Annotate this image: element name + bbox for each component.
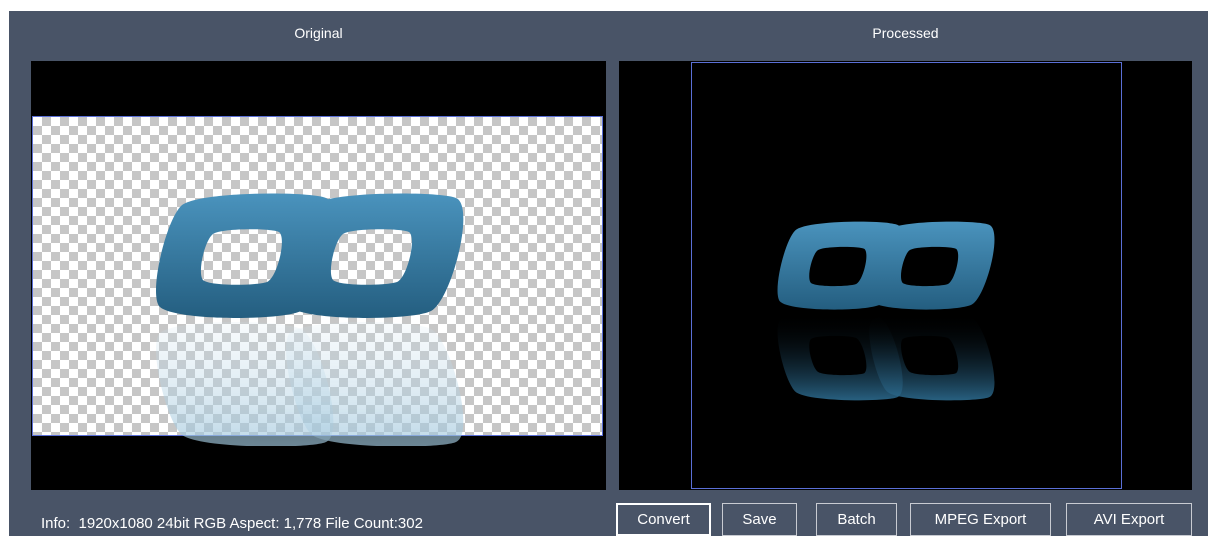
original-panel-title: Original: [294, 25, 343, 41]
info-label: Info: 1920x1080 24bit RGB Aspect: 1,778 …: [41, 515, 423, 532]
avi-export-button[interactable]: AVI Export: [1066, 503, 1192, 536]
processed-panel-title: Processed: [872, 25, 939, 41]
convert-button[interactable]: Convert: [616, 503, 711, 536]
mpeg-export-button[interactable]: MPEG Export: [910, 503, 1051, 536]
processed-logo-image: [777, 221, 995, 401]
original-logo-image: [156, 193, 464, 446]
batch-button[interactable]: Batch: [816, 503, 897, 536]
processed-image-view[interactable]: [619, 61, 1192, 490]
original-image-view[interactable]: [31, 61, 606, 490]
save-button[interactable]: Save: [722, 503, 797, 536]
